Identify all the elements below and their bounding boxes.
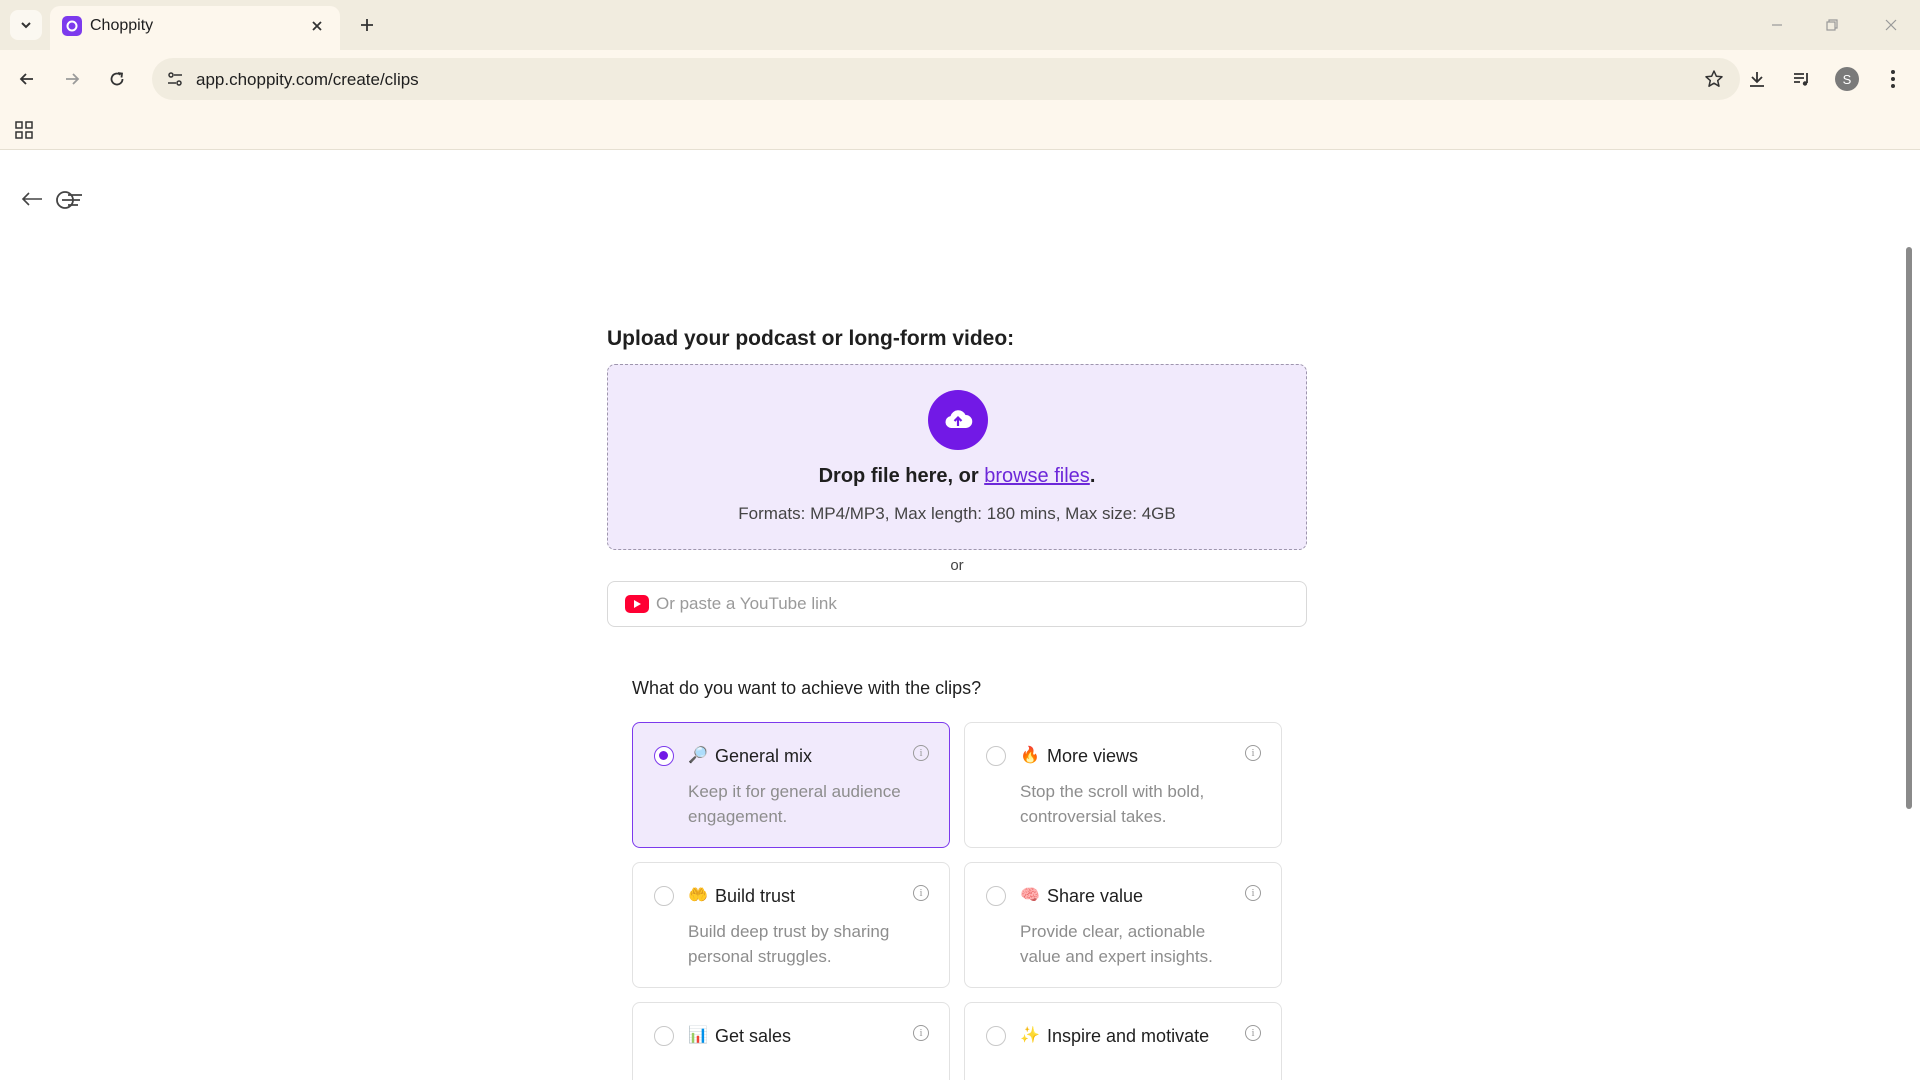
browser-tab-active[interactable]: Choppity [50, 6, 340, 50]
info-icon[interactable]: i [1245, 885, 1261, 901]
download-icon[interactable] [1740, 62, 1774, 96]
bar-chart-emoji-icon: 📊 [688, 1027, 708, 1044]
upload-heading: Upload your podcast or long-form video: [607, 327, 1015, 350]
goal-heading: What do you want to achieve with the cli… [632, 678, 982, 698]
close-tab-icon[interactable] [306, 15, 328, 37]
info-icon[interactable]: i [1245, 1025, 1261, 1041]
site-info-icon[interactable] [162, 66, 188, 92]
forward-icon[interactable] [55, 62, 89, 96]
upload-cloud-icon[interactable] [928, 390, 988, 450]
media-controls-icon[interactable] [1785, 62, 1819, 96]
magnifier-emoji-icon: 🔎 [688, 747, 708, 764]
brain-emoji-icon: 🧠 [1020, 887, 1040, 904]
chevron-down-icon [21, 22, 31, 29]
goal-title: Build trust [715, 886, 796, 906]
profile-avatar[interactable]: S [1830, 62, 1864, 96]
goal-description: Provide clear, actionable value and expe… [1020, 922, 1213, 966]
reload-icon[interactable] [100, 62, 134, 96]
or-divider: or [950, 557, 964, 574]
info-icon[interactable]: i [913, 745, 929, 761]
radio-share-value[interactable] [986, 886, 1006, 906]
scrollbar-thumb[interactable] [1906, 247, 1912, 809]
info-icon[interactable]: i [1245, 745, 1261, 761]
back-icon[interactable] [10, 62, 44, 96]
palms-up-emoji-icon: 🤲 [688, 887, 708, 904]
browser-toolbar: app.choppity.com/create/clips S [0, 50, 1920, 108]
radio-get-sales[interactable] [654, 1026, 674, 1046]
radio-more-views[interactable] [986, 746, 1006, 766]
choppity-logo-icon[interactable] [52, 184, 86, 214]
goal-card-general-mix[interactable]: 🔎 General mix i Keep it for general audi… [632, 722, 950, 848]
avatar-letter: S [1835, 67, 1859, 91]
goal-description: Stop the scroll with bold, controversial… [1020, 782, 1205, 826]
radio-build-trust[interactable] [654, 886, 674, 906]
address-bar[interactable]: app.choppity.com/create/clips [152, 58, 1740, 100]
info-icon[interactable]: i [913, 885, 929, 901]
bookmark-star-icon[interactable] [1702, 67, 1726, 91]
choppity-favicon-icon [62, 16, 82, 36]
goal-card-share-value[interactable]: 🧠 Share value i Provide clear, actionabl… [964, 862, 1282, 988]
info-icon[interactable]: i [913, 1025, 929, 1041]
close-window-icon[interactable] [1874, 10, 1908, 40]
radio-general-mix[interactable] [654, 746, 674, 766]
fire-emoji-icon: 🔥 [1020, 747, 1040, 764]
goal-card-more-views[interactable]: 🔥 More views i Stop the scroll with bold… [964, 722, 1282, 848]
drop-text-prefix: Drop file here, or [818, 465, 985, 487]
formats-info: Formats: MP4/MP3, Max length: 180 mins, … [738, 504, 1176, 523]
bookmarks-bar [0, 108, 1920, 150]
goal-title: Inspire and motivate [1047, 1026, 1210, 1046]
file-dropzone[interactable]: Drop file here, or browse files. Formats… [607, 364, 1307, 550]
apps-grid-icon[interactable] [10, 116, 38, 144]
sparkles-emoji-icon: ✨ [1020, 1027, 1040, 1044]
browse-files-link[interactable]: browse files [984, 465, 1090, 487]
page-content: Upload your podcast or long-form video: … [0, 151, 1920, 1080]
new-tab-icon[interactable] [354, 12, 380, 38]
goal-card-get-sales[interactable]: 📊 Get sales i [632, 1002, 950, 1080]
tab-title: Choppity [90, 17, 154, 34]
restore-icon[interactable] [1815, 10, 1849, 40]
goal-title: Share value [1047, 886, 1144, 906]
goal-description: Keep it for general audience engagement. [688, 782, 901, 826]
goal-card-inspire-and-motivate[interactable]: ✨ Inspire and motivate i [964, 1002, 1282, 1080]
back-arrow-icon[interactable] [18, 187, 46, 211]
page-scrollbar[interactable] [1904, 247, 1914, 1055]
youtube-icon [625, 595, 649, 613]
radio-inspire-and-motivate[interactable] [986, 1026, 1006, 1046]
tab-search-button[interactable] [10, 10, 42, 40]
minimize-icon[interactable] [1760, 10, 1794, 40]
drop-instructions: Drop file here, or browse files. [608, 465, 1306, 488]
goal-title: Get sales [715, 1026, 792, 1046]
url-text: app.choppity.com/create/clips [196, 70, 419, 89]
browser-tab-strip: Choppity [0, 0, 1920, 50]
youtube-link-field[interactable] [607, 581, 1307, 627]
menu-kebab-icon[interactable] [1876, 62, 1910, 96]
drop-text-suffix: . [1089, 465, 1096, 487]
youtube-link-input[interactable] [656, 590, 1286, 618]
goal-title: General mix [715, 746, 813, 766]
goal-title: More views [1047, 746, 1139, 766]
goal-description: Build deep trust by sharing personal str… [688, 922, 890, 966]
goal-card-build-trust[interactable]: 🤲 Build trust i Build deep trust by shar… [632, 862, 950, 988]
